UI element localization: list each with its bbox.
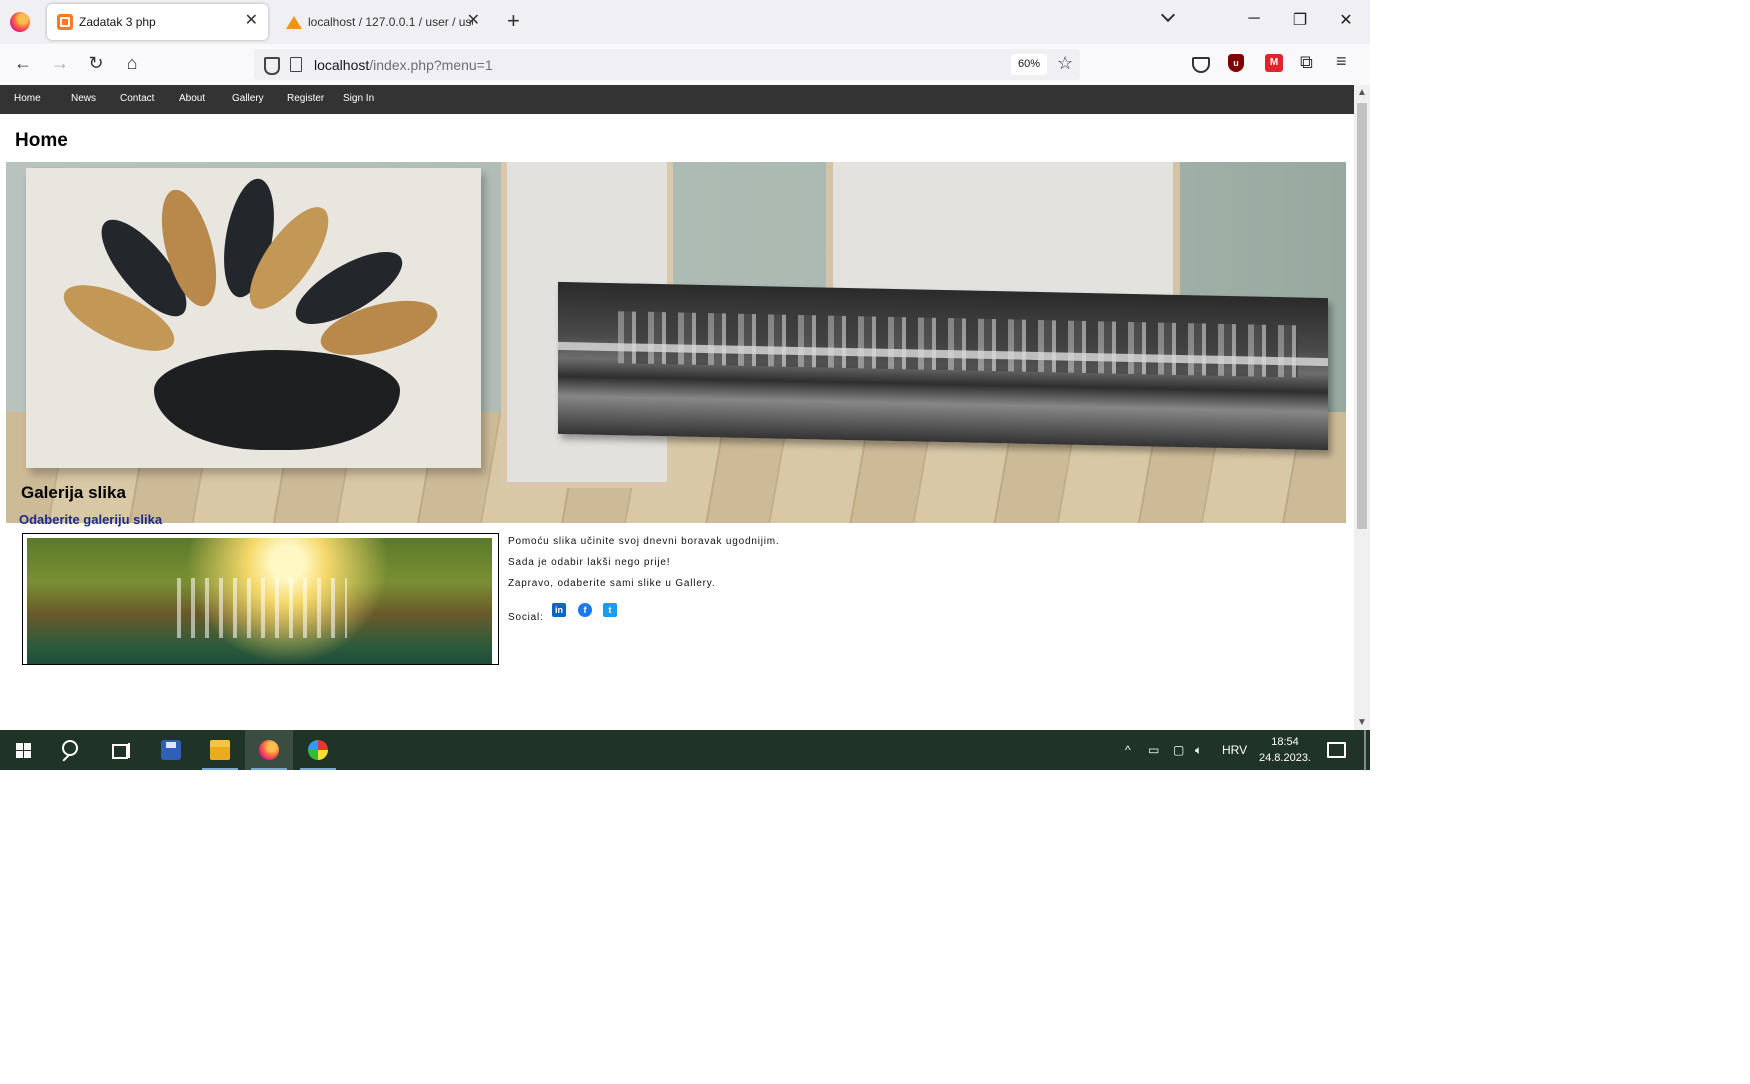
input-language[interactable]: HRV — [1222, 730, 1247, 770]
tab-active[interactable]: Zadatak 3 php ✕ — [47, 4, 268, 40]
shield-icon[interactable] — [264, 57, 280, 75]
hamburger-menu-icon[interactable]: ≡ — [1336, 51, 1354, 71]
running-indicator — [251, 768, 287, 770]
gallery-title: Galerija slika — [21, 483, 126, 502]
task-view-icon[interactable] — [96, 730, 144, 770]
taskbar-app-paint[interactable] — [294, 730, 342, 770]
system-clock[interactable]: 18:54 24.8.2023. — [1255, 734, 1315, 766]
show-hidden-icons-chevron-icon[interactable]: ^ — [1125, 730, 1131, 770]
hero-panorama — [558, 281, 1328, 451]
description-line-2: Sada je odabir lakši nego prije! — [508, 557, 671, 568]
taskbar-app-firefox[interactable] — [245, 730, 293, 770]
screen: Zadatak 3 php ✕ localhost / 127.0.0.1 / … — [0, 0, 1370, 770]
nav-register[interactable]: Register — [287, 93, 324, 104]
hero-image — [6, 162, 1346, 523]
gallery-thumbnail[interactable] — [22, 533, 499, 665]
volume-icon[interactable]: 🔈︎ — [1195, 730, 1202, 770]
social-label: Social: — [508, 612, 544, 623]
url-bar[interactable]: localhost/index.php?menu=1 60% ☆ — [254, 49, 1080, 80]
notification-center-icon[interactable] — [1327, 742, 1346, 758]
chevron-down-icon[interactable] — [1160, 7, 1176, 23]
page-icon[interactable] — [290, 57, 302, 72]
nav-contact[interactable]: Contact — [120, 93, 154, 104]
search-icon[interactable] — [48, 730, 96, 770]
url-host: localhost — [314, 57, 370, 73]
page-title: Home — [15, 130, 68, 151]
floppy-disk-icon — [161, 740, 181, 760]
back-icon[interactable]: ← — [11, 53, 35, 73]
twitter-icon[interactable]: t — [603, 603, 617, 617]
zoom-indicator[interactable]: 60% — [1011, 54, 1047, 75]
new-tab-icon[interactable]: + — [507, 8, 520, 34]
gallery-subtitle[interactable]: Odaberite galeriju slika — [19, 512, 162, 527]
taskbar-app-save[interactable] — [147, 730, 195, 770]
tab-inactive[interactable]: localhost / 127.0.0.1 / user / use ✕ — [276, 4, 490, 40]
scrollbar-thumb[interactable] — [1357, 103, 1367, 529]
show-desktop-button[interactable] — [1364, 730, 1366, 770]
waterfall-streams — [177, 578, 347, 638]
taskbar: ^ ▭ ▢ 🔈︎ HRV 18:54 24.8.2023. — [0, 730, 1370, 770]
url-text[interactable]: localhost/index.php?menu=1 — [314, 57, 493, 73]
clock-time: 18:54 — [1271, 736, 1299, 748]
home-icon[interactable]: ⌂ — [120, 53, 144, 73]
vertical-scrollbar[interactable]: ▲ ▼ — [1354, 85, 1370, 730]
url-path: /index.php?menu=1 — [369, 57, 493, 73]
firefox-icon — [259, 740, 279, 760]
nav-news[interactable]: News — [71, 93, 96, 104]
forward-icon[interactable]: → — [48, 53, 72, 73]
close-tab-icon[interactable]: ✕ — [467, 12, 480, 30]
start-windows-icon[interactable] — [0, 730, 48, 770]
navigation-toolbar: ← → ↻ ⌂ localhost/index.php?menu=1 60% ☆… — [0, 44, 1370, 86]
battery-icon[interactable]: ▭ — [1148, 730, 1159, 770]
ublock-origin-icon[interactable]: u — [1228, 54, 1244, 72]
tab-title: localhost / 127.0.0.1 / user / use — [308, 15, 473, 29]
extensions-puzzle-icon[interactable]: ⧉ — [1300, 52, 1318, 72]
tab-title: Zadatak 3 php — [79, 15, 156, 29]
nav-gallery[interactable]: Gallery — [232, 93, 264, 104]
running-indicator — [300, 768, 336, 770]
file-explorer-icon — [210, 740, 230, 760]
scroll-down-icon[interactable]: ▼ — [1354, 717, 1370, 728]
hero-skyline — [618, 311, 1298, 378]
nav-home[interactable]: Home — [14, 93, 41, 104]
nav-sign-in[interactable]: Sign In — [343, 93, 374, 104]
facebook-icon[interactable]: f — [578, 603, 592, 617]
site-nav: Home News Contact About Gallery Register… — [0, 85, 1354, 114]
meet-now-icon[interactable]: ▢ — [1173, 730, 1184, 770]
extension-red-icon[interactable]: M — [1265, 54, 1283, 72]
restore-icon[interactable]: ❐ — [1290, 10, 1310, 30]
page-viewport: Home News Contact About Gallery Register… — [0, 85, 1354, 730]
taskbar-app-explorer[interactable] — [196, 730, 244, 770]
running-indicator — [202, 768, 238, 770]
close-window-icon[interactable]: ✕ — [1336, 10, 1356, 30]
clock-date: 24.8.2023. — [1259, 752, 1311, 764]
xampp-favicon-icon — [57, 14, 73, 30]
close-tab-icon[interactable]: ✕ — [245, 12, 258, 30]
minimize-icon[interactable]: ─ — [1244, 10, 1264, 28]
description-line-1: Pomoću slika učinite svoj dnevni boravak… — [508, 536, 780, 547]
pocket-icon[interactable] — [1192, 57, 1210, 73]
reload-icon[interactable]: ↻ — [84, 53, 108, 73]
bookmark-star-icon[interactable]: ☆ — [1057, 53, 1073, 74]
tab-strip: Zadatak 3 php ✕ localhost / 127.0.0.1 / … — [0, 0, 1370, 44]
description-line-3: Zapravo, odaberite sami slike u Gallery. — [508, 578, 716, 589]
scroll-up-icon[interactable]: ▲ — [1354, 87, 1370, 98]
phpmyadmin-favicon-icon — [286, 14, 302, 30]
nav-about[interactable]: About — [179, 93, 205, 104]
linkedin-icon[interactable]: in — [552, 603, 566, 617]
paint-icon — [308, 740, 328, 760]
waterfall-image — [27, 538, 492, 664]
firefox-icon[interactable] — [10, 12, 30, 32]
